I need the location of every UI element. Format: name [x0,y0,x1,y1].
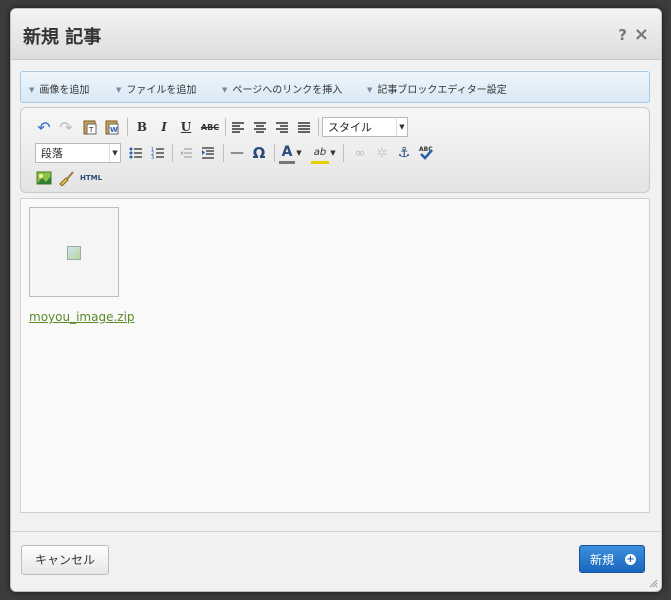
undo-icon[interactable]: ↶ [35,118,53,137]
triangle-down-icon: ▼ [29,86,35,94]
dialog-titlebar: 新規 記事 ? × [11,9,661,60]
indent-icon[interactable] [199,144,217,162]
toolbar-separator [225,118,226,136]
triangle-down-icon: ▼ [116,86,122,94]
toolbar-separator [318,118,319,136]
footer-divider [11,531,661,532]
format-select-value: 段落 [41,147,63,160]
resize-handle-icon[interactable] [648,578,658,588]
chevron-down-icon[interactable]: ▼ [329,144,337,162]
insert-page-link-label: ページへのリンクを挿入 [232,85,343,96]
unlink-icon[interactable]: ✲ [373,144,391,162]
chevron-down-icon[interactable]: ▼ [295,144,303,162]
bold-button[interactable]: B [133,118,151,136]
strikethrough-button[interactable]: ABC [199,118,221,136]
new-article-dialog: 新規 記事 ? × ▼ 画像を追加 ▼ ファイルを追加 ▼ ページへのリンクを挿入 ▼… [10,8,662,592]
triangle-down-icon: ▼ [222,86,228,94]
plus-circle-icon: + [625,554,636,565]
paste-text-icon[interactable]: T [81,118,99,136]
cleanup-brush-icon[interactable] [57,169,75,187]
add-file-label: ファイルを追加 [126,85,197,96]
spellcheck-icon[interactable]: ABC [417,143,435,161]
toolbar-separator [172,144,173,162]
create-button-label: 新規 [590,553,615,567]
underline-button[interactable]: U [177,118,195,136]
triangle-down-icon: ▼ [367,86,373,94]
toolbar-separator [274,144,275,162]
chevron-down-icon: ▼ [396,118,407,136]
chevron-down-icon: ▼ [109,144,120,162]
style-select-value: スタイル [328,121,372,134]
close-icon[interactable]: × [634,24,649,45]
insert-image-icon[interactable] [35,169,53,187]
align-center-icon[interactable] [251,118,269,136]
html-source-button[interactable]: HTML [79,169,103,187]
redo-icon[interactable]: ↷ [57,118,75,137]
italic-button[interactable]: I [155,118,173,136]
insert-page-link-action[interactable]: ▼ ページへのリンクを挿入 [222,81,342,96]
broken-image-icon [67,246,81,260]
attachment-link[interactable]: moyou_image.zip [29,310,135,324]
help-icon[interactable]: ? [618,26,627,44]
cancel-button[interactable]: キャンセル [21,545,109,575]
image-placeholder[interactable] [29,207,119,297]
text-color-button[interactable]: A [279,143,295,164]
numbered-list-icon[interactable]: 123 [149,144,167,162]
style-select[interactable]: スタイル ▼ [322,117,408,137]
svg-text:T: T [88,126,94,134]
block-editor-settings-label: 記事ブロックエディター設定 [377,85,507,96]
anchor-icon[interactable]: ⚓ [395,144,413,162]
toolbar-separator [127,118,128,136]
outdent-icon[interactable] [177,144,195,162]
editor-toolbar: ↶ ↷ T W B I U ABC スタイル ▼ 段落 ▼ 123 — Ω A ▼ … [20,107,650,193]
horizontal-rule-button[interactable]: — [228,144,246,162]
svg-text:W: W [110,126,118,134]
svg-text:3: 3 [151,155,154,159]
toolbar-separator [223,144,224,162]
align-left-icon[interactable] [229,118,247,136]
bullet-list-icon[interactable] [127,144,145,162]
link-icon[interactable]: ∞ [351,144,369,162]
add-image-action[interactable]: ▼ 画像を追加 [29,81,89,96]
content-action-bar: ▼ 画像を追加 ▼ ファイルを追加 ▼ ページへのリンクを挿入 ▼ 記事ブロックエディタ… [20,71,650,103]
dialog-title: 新規 記事 [23,27,102,48]
add-image-label: 画像を追加 [39,85,90,96]
align-justify-icon[interactable] [295,118,313,136]
paste-word-icon[interactable]: W [103,118,121,136]
block-editor-settings-action[interactable]: ▼ 記事ブロックエディター設定 [367,81,507,96]
format-select[interactable]: 段落 ▼ [35,143,121,163]
special-char-button[interactable]: Ω [250,144,268,162]
editor-content-area[interactable]: moyou_image.zip [20,198,650,513]
add-file-action[interactable]: ▼ ファイルを追加 [116,81,196,96]
create-button[interactable]: 新規 + [579,545,645,573]
align-right-icon[interactable] [273,118,291,136]
highlight-color-icon[interactable]: ab [311,143,329,164]
toolbar-separator [343,144,344,162]
